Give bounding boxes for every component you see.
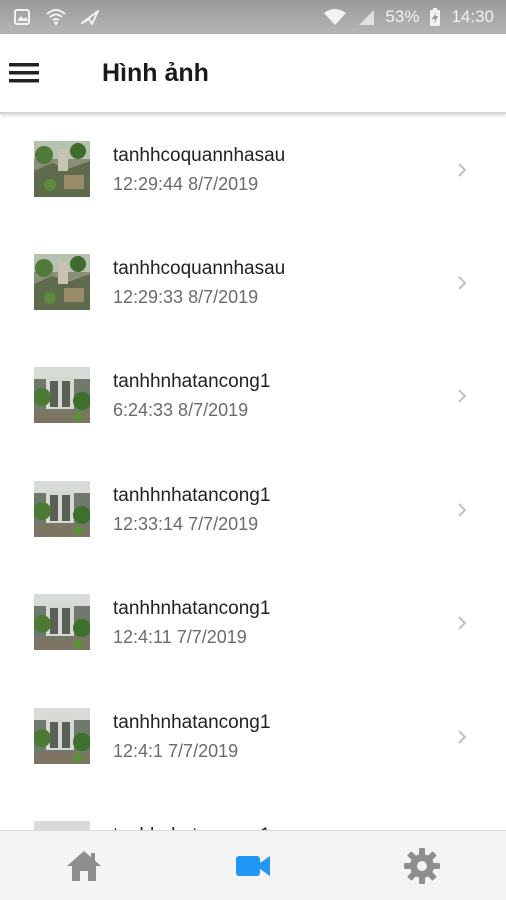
status-bar: 53% 14:30 — [0, 0, 506, 34]
camera-name: tanhhnhatancong1 — [113, 485, 271, 506]
snapshot-time: 12:29:44 8/7/2019 — [113, 174, 259, 194]
camera-name: tanhhcoquannhasau — [113, 145, 286, 166]
bottom-nav — [0, 830, 506, 900]
snapshot-thumbnail — [34, 594, 90, 650]
snapshot-time: 12:4:11 7/7/2019 — [113, 627, 247, 647]
wifi-notification-icon — [46, 7, 66, 27]
snapshot-time: 12:33:14 7/7/2019 — [113, 514, 259, 534]
gear-icon — [403, 847, 440, 884]
gallery-notification-icon — [12, 7, 32, 27]
snapshot-thumbnail — [34, 367, 90, 423]
chevron-right-icon — [458, 276, 467, 290]
chevron-right-icon — [458, 389, 467, 403]
list-item[interactable]: tanhhnhatancong1 6:24:33 8/7/2019 — [0, 340, 506, 453]
snapshot-thumbnail — [34, 821, 90, 830]
camera-name: tanhhnhatancong1 — [113, 598, 271, 619]
hamburger-menu-icon — [9, 63, 39, 83]
app-bar: Hình ảnh — [0, 34, 506, 114]
camera-name: tanhhnhatancong1 — [113, 712, 271, 733]
video-camera-icon — [235, 855, 270, 876]
camera-name: tanhhnhatancong1 — [113, 371, 271, 392]
battery-percent: 53% — [385, 7, 420, 26]
chevron-right-icon — [458, 163, 467, 177]
snapshot-list: tanhhcoquannhasau 12:29:44 8/7/2019 tanh… — [0, 114, 506, 830]
list-item[interactable]: tanhhnhatancong1 12:4:1 7/7/2019 — [0, 681, 506, 794]
snapshot-thumbnail — [34, 141, 90, 197]
snapshot-time: 6:24:33 8/7/2019 — [113, 400, 249, 420]
snapshot-time: 12:29:33 8/7/2019 — [113, 287, 259, 307]
list-item[interactable]: tanhhnhatancong1 — [0, 794, 506, 830]
home-icon — [67, 850, 102, 881]
menu-button[interactable] — [2, 51, 46, 95]
page-title: Hình ảnh — [102, 58, 209, 87]
signal-icon — [357, 8, 375, 26]
battery-charging-icon — [429, 7, 441, 27]
chevron-right-icon — [458, 730, 467, 744]
snapshot-thumbnail — [34, 708, 90, 764]
nav-settings-button[interactable] — [387, 836, 457, 896]
list-item[interactable]: tanhhcoquannhasau 12:29:33 8/7/2019 — [0, 227, 506, 340]
nav-camera-button[interactable] — [218, 836, 288, 896]
chevron-right-icon — [458, 616, 467, 630]
snapshot-time: 12:4:1 7/7/2019 — [113, 741, 239, 761]
wifi-icon — [323, 8, 347, 26]
camera-name: tanhhcoquannhasau — [113, 258, 286, 279]
clock: 14:30 — [451, 7, 494, 26]
system-status: 53% 14:30 — [323, 7, 494, 27]
list-item[interactable]: tanhhcoquannhasau 12:29:44 8/7/2019 — [0, 114, 506, 227]
list-item[interactable]: tanhhnhatancong1 12:4:11 7/7/2019 — [0, 567, 506, 680]
nav-home-button[interactable] — [49, 836, 119, 896]
snapshot-thumbnail — [34, 254, 90, 310]
list-item[interactable]: tanhhnhatancong1 12:33:14 7/7/2019 — [0, 454, 506, 567]
chevron-right-icon — [458, 503, 467, 517]
send-notification-icon — [80, 7, 100, 27]
notification-icons — [12, 7, 100, 27]
snapshot-thumbnail — [34, 481, 90, 537]
